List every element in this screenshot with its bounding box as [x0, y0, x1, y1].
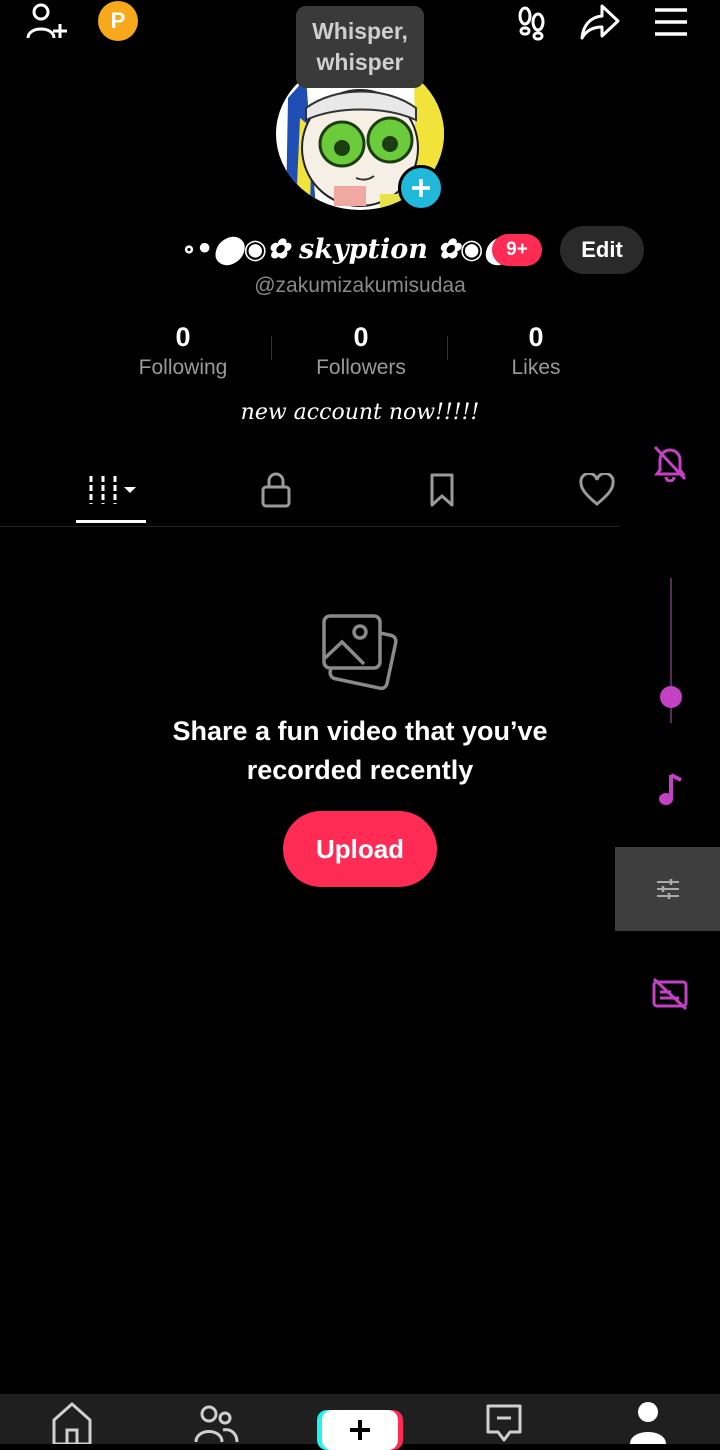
- create-plus-icon: [350, 1420, 370, 1440]
- photos-icon: [320, 612, 400, 692]
- profile-views-button[interactable]: [508, 2, 556, 42]
- stat-likes[interactable]: 0 Likes: [456, 320, 616, 382]
- tab-saved[interactable]: [407, 456, 477, 524]
- coin-label: P: [110, 8, 126, 33]
- profile-icon: [630, 1402, 666, 1444]
- nav-home[interactable]: [42, 1398, 102, 1444]
- music-note-icon: [659, 773, 682, 805]
- menu-button[interactable]: [647, 2, 695, 42]
- tooltip-line-2: whisper: [316, 49, 404, 75]
- grid-videos-icon: [89, 476, 136, 504]
- music-button[interactable]: [648, 768, 692, 812]
- nav-profile[interactable]: [618, 1398, 678, 1444]
- stat-following[interactable]: 0 Following: [103, 320, 263, 382]
- stat-followers[interactable]: 0 Followers: [281, 320, 441, 382]
- person-plus-icon: [26, 3, 67, 39]
- following-count: 0: [175, 322, 191, 352]
- add-friend-button[interactable]: [22, 2, 70, 42]
- likes-label: Likes: [511, 356, 561, 379]
- mute-notifications-button[interactable]: [648, 441, 692, 485]
- add-avatar-button[interactable]: [398, 165, 444, 211]
- lock-icon: [261, 472, 291, 508]
- active-tab-indicator: [76, 520, 146, 523]
- create-button[interactable]: [322, 1410, 398, 1450]
- plus-icon: [412, 179, 430, 197]
- followers-count: 0: [353, 322, 369, 352]
- stat-divider: [447, 336, 448, 360]
- heart-icon: [579, 473, 615, 506]
- upload-button[interactable]: Upload: [283, 811, 437, 887]
- whisper-tooltip: Whisper, whisper: [296, 6, 424, 88]
- likes-count: 0: [528, 322, 544, 352]
- followers-label: Followers: [316, 356, 406, 379]
- footprints-icon: [518, 6, 545, 41]
- empty-state-line-2: recorded recently: [246, 755, 474, 785]
- nav-friends[interactable]: [186, 1398, 246, 1444]
- share-profile-button[interactable]: [576, 2, 624, 42]
- following-label: Following: [138, 356, 228, 379]
- empty-state-message: Share a fun video that you’ve recorded r…: [0, 712, 720, 790]
- content-tabs: [0, 456, 620, 527]
- tooltip-line-1: Whisper,: [312, 18, 408, 44]
- edit-profile-button[interactable]: Edit: [560, 226, 644, 274]
- empty-state-line-1: Share a fun video that you’ve: [172, 716, 548, 746]
- username-handle: @zakumizakumisudaa: [254, 274, 466, 297]
- stat-divider: [271, 336, 272, 360]
- bell-off-icon: [653, 445, 687, 482]
- tab-private[interactable]: [241, 456, 311, 524]
- hamburger-menu-icon: [655, 8, 687, 36]
- adjustments-panel[interactable]: [615, 847, 720, 931]
- nav-inbox[interactable]: [474, 1398, 534, 1444]
- captions-toggle-button[interactable]: [648, 972, 692, 1016]
- sliders-icon: [656, 879, 679, 899]
- bookmark-icon: [430, 473, 454, 507]
- inbox-icon: [486, 1404, 522, 1442]
- subtitles-off-icon: [652, 977, 688, 1011]
- volume-slider-handle[interactable]: [660, 686, 682, 708]
- share-icon: [580, 4, 620, 40]
- notification-badge[interactable]: 9+: [492, 234, 542, 266]
- tab-videos[interactable]: [76, 456, 146, 524]
- coins-button[interactable]: P: [98, 1, 138, 41]
- tab-liked[interactable]: [574, 456, 620, 524]
- display-name: ∘•⬤◉✿ skyption ✿◉⬤•∘: [182, 234, 545, 265]
- profile-bio: new account now!!!!!: [240, 400, 480, 425]
- friends-icon: [194, 1405, 239, 1443]
- home-icon: [52, 1402, 92, 1444]
